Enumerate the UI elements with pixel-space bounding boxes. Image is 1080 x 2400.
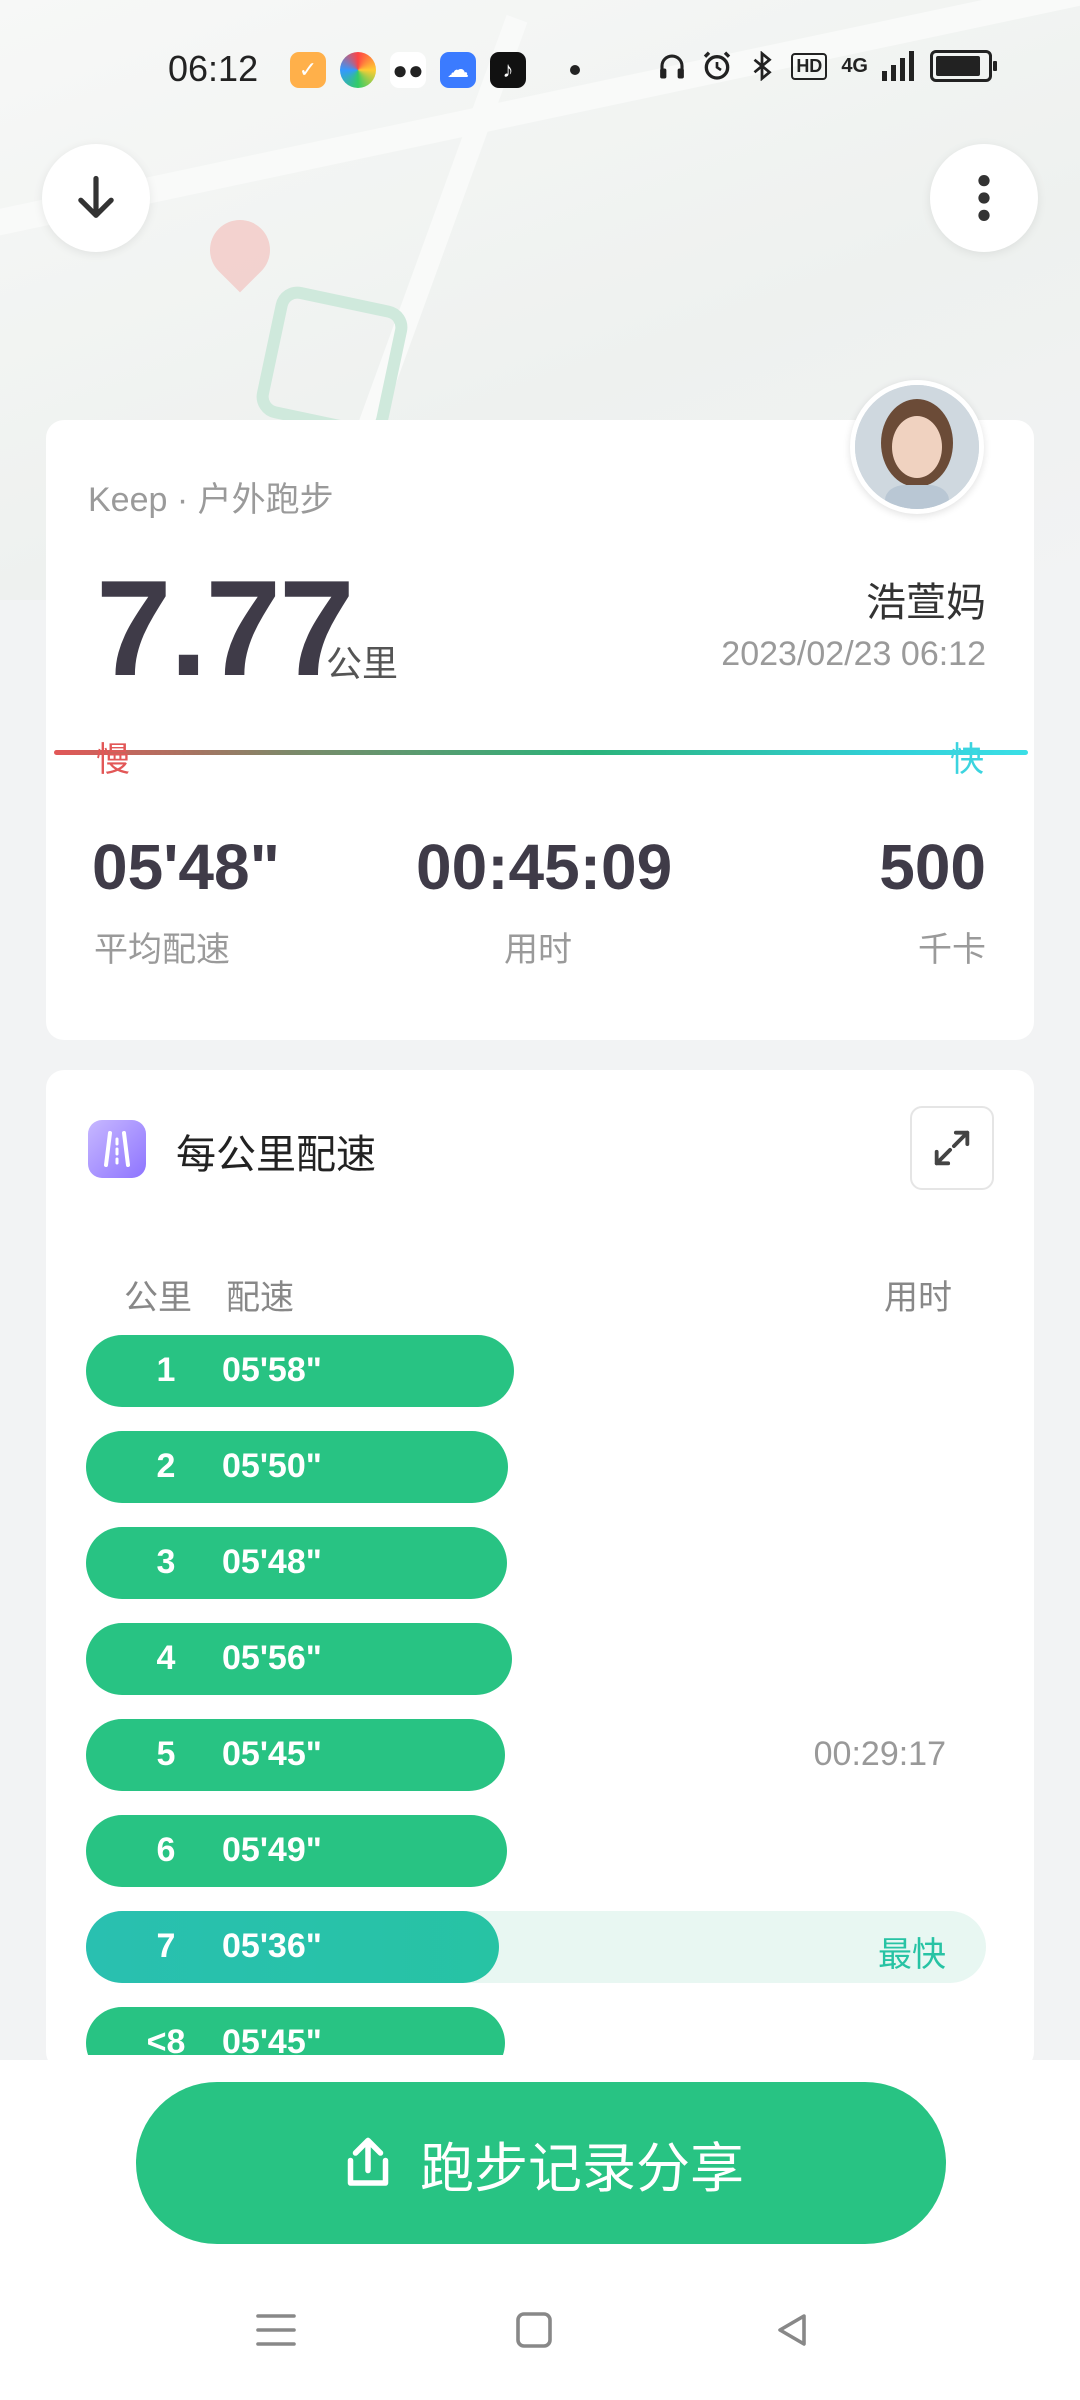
km-pace: 05'56" <box>222 1639 322 1677</box>
status-app-icons: ✓ ●● ☁ ♪ <box>290 52 580 88</box>
column-header-time: 用时 <box>884 1279 952 1317</box>
status-indicators: HD 4G <box>657 50 997 82</box>
pace-section-icon <box>88 1120 146 1178</box>
km-cumulative-time: 00:29:17 <box>813 1735 946 1773</box>
cloud-icon: ☁ <box>440 52 476 88</box>
km-pace: 05'48" <box>222 1543 322 1581</box>
map-route <box>252 282 412 442</box>
bluetooth-icon <box>753 51 772 81</box>
pinwheel-icon <box>340 52 376 88</box>
column-header-km: 公里 <box>124 1279 192 1317</box>
avg-pace-value: 05'48" <box>92 831 280 903</box>
arrow-down-icon <box>78 175 114 218</box>
avatar[interactable] <box>850 380 984 514</box>
more-options-button[interactable] <box>930 144 1038 252</box>
pace-row: 4 05'56" <box>86 1623 986 1695</box>
km-pace: 05'50" <box>222 1447 322 1485</box>
pace-section-title: 每公里配速 <box>176 1133 376 1177</box>
menu-icon <box>256 2314 296 2346</box>
column-header-pace: 配速 <box>226 1279 294 1317</box>
pace-row: 3 05'48" <box>86 1527 986 1599</box>
map-start-pin-icon <box>197 207 283 293</box>
signal-icon <box>882 51 914 81</box>
share-icon <box>347 2137 389 2186</box>
run-summary-card: Keep · 户外跑步 7.77 公里 浩萱妈 2023/02/23 06:12… <box>46 420 1034 1040</box>
nav-back-button[interactable] <box>762 2300 822 2360</box>
km-number: 7 <box>156 1927 176 1965</box>
alarm-icon <box>704 51 731 80</box>
nav-menu-button[interactable] <box>246 2300 306 2360</box>
km-number: 4 <box>156 1639 176 1677</box>
km-pace: 05'36" <box>222 1927 322 1965</box>
duration-value: 00:45:09 <box>416 831 673 903</box>
slow-label: 慢 <box>96 741 130 779</box>
km-pace: 05'45" <box>222 1735 322 1773</box>
expand-icon <box>934 1130 970 1166</box>
per-km-pace-card: 每公里配速 公里 配速 用时 1 05'58" 2 05'50" 3 05'48" 4 05'… <box>46 1070 1034 2070</box>
share-button-label: 跑步记录分享 <box>420 2138 744 2199</box>
nav-home-button[interactable] <box>504 2300 564 2360</box>
pace-row: 5 05'45" 00:29:17 <box>86 1719 986 1791</box>
download-button[interactable] <box>42 144 150 252</box>
km-pace: 05'45" <box>222 2023 322 2055</box>
avatar-photo <box>855 385 979 509</box>
km-pace: 05'58" <box>222 1351 322 1389</box>
network-type: 4G <box>841 54 868 77</box>
km-number: 5 <box>156 1735 176 1773</box>
tiktok-icon: ♪ <box>490 52 526 88</box>
pace-row: 2 05'50" <box>86 1431 986 1503</box>
km-number: 2 <box>156 1447 176 1485</box>
back-triangle-icon <box>778 2314 806 2346</box>
hd-badge: HD <box>791 52 828 80</box>
activity-source: Keep · 户外跑步 <box>88 481 334 519</box>
user-name: 浩萱妈 <box>866 581 986 625</box>
calories-value: 500 <box>879 831 986 903</box>
more-vertical-icon <box>978 175 990 221</box>
km-number: <8 <box>146 2023 186 2055</box>
km-number: 6 <box>156 1831 176 1869</box>
status-time: 06:12 <box>168 48 259 89</box>
calories-label: 千卡 <box>918 931 986 969</box>
distance-value: 7.77 <box>96 552 355 704</box>
duration-label: 用时 <box>504 931 572 969</box>
km-pace: 05'49" <box>222 1831 322 1869</box>
avg-pace-label: 平均配速 <box>94 931 230 969</box>
share-run-button[interactable]: 跑步记录分享 <box>136 2082 946 2244</box>
pace-row: 7 05'36" 最快 <box>86 1911 986 1983</box>
pace-gradient-bar <box>54 750 1028 755</box>
km-number: 1 <box>156 1351 176 1389</box>
run-datetime: 2023/02/23 06:12 <box>721 635 986 673</box>
fast-label: 快 <box>950 741 984 779</box>
keep-icon: ✓ <box>290 52 326 88</box>
expand-button[interactable] <box>910 1106 994 1190</box>
wechat-icon: ●● <box>390 52 426 88</box>
status-bar: 06:12 ✓ ●● ☁ ♪ HD 4G <box>0 0 1080 140</box>
distance-unit: 公里 <box>326 643 399 684</box>
battery-icon <box>930 50 997 82</box>
km-number: 3 <box>156 1543 176 1581</box>
pace-row: 1 05'58" <box>86 1335 986 1407</box>
road-icon <box>104 1131 130 1167</box>
pace-row: <8 05'45" <box>86 2007 986 2055</box>
home-square-icon <box>516 2312 552 2348</box>
fastest-tag: 最快 <box>878 1936 946 1974</box>
pace-row: 6 05'49" <box>86 1815 986 1887</box>
headphones-icon <box>660 54 685 79</box>
notification-dot-icon <box>570 65 580 75</box>
